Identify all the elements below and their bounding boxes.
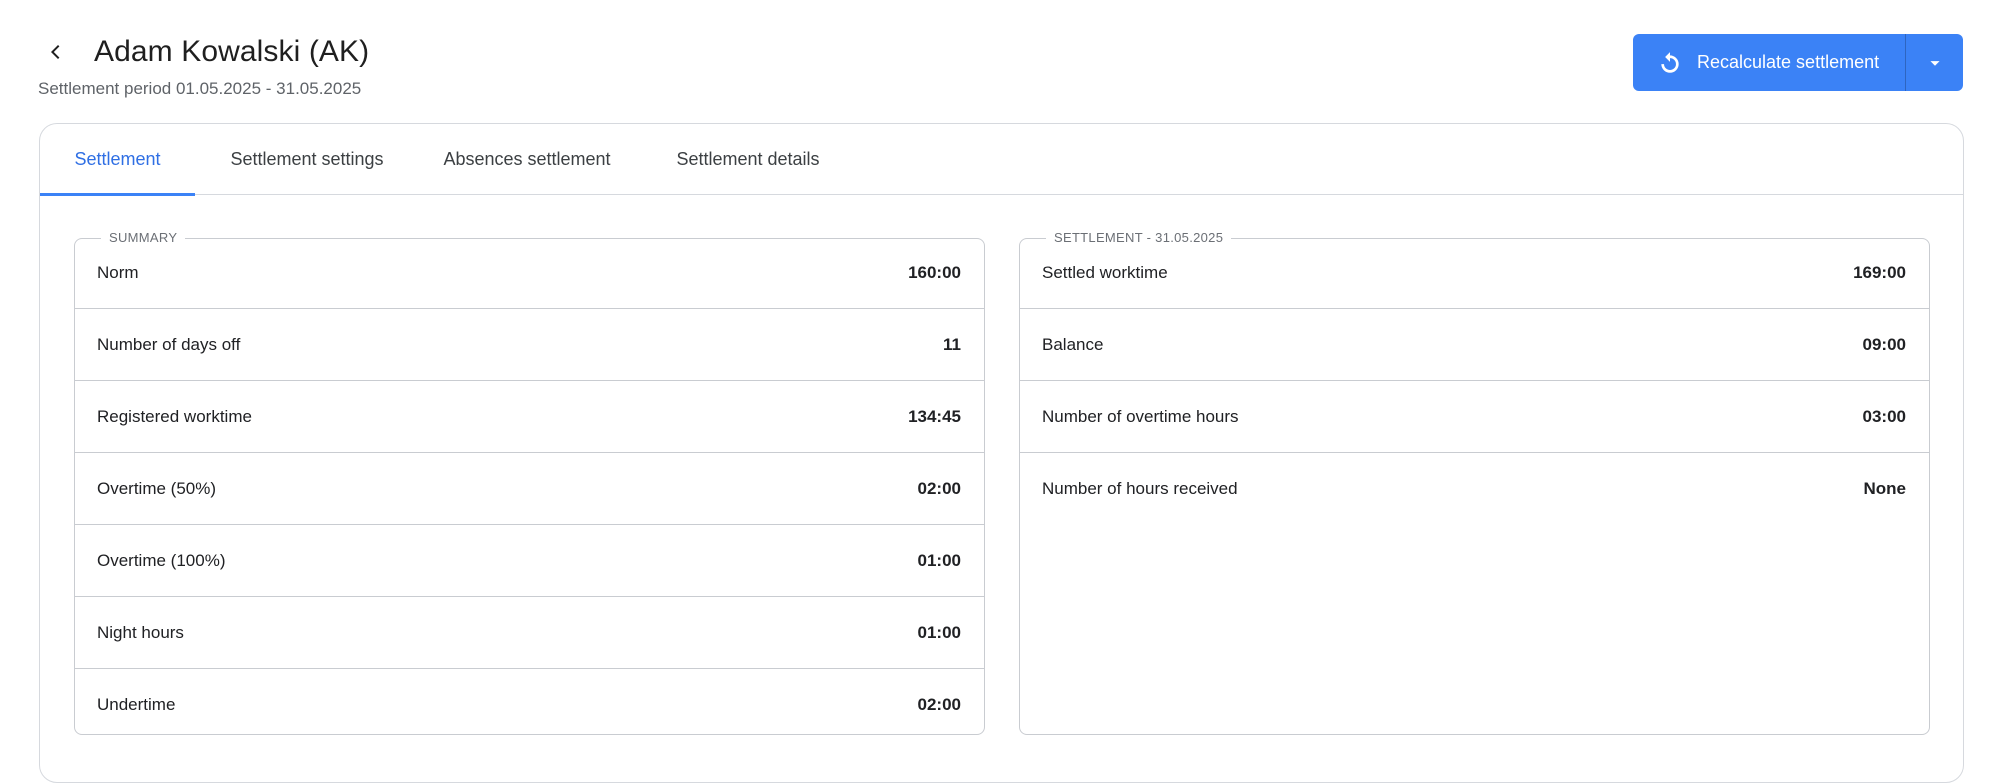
tab-settlement-details[interactable]: Settlement details <box>635 124 861 195</box>
row-value: 03:00 <box>1862 406 1906 426</box>
recalculate-label: Recalculate settlement <box>1697 52 1880 72</box>
table-row: Number of days off 11 <box>75 309 984 381</box>
row-label: Balance <box>1042 334 1104 354</box>
row-label: Norm <box>97 262 139 282</box>
caret-down-icon <box>1929 60 1940 66</box>
page-title: Adam Kowalski (AK) <box>94 35 370 68</box>
summary-rows: Norm 160:00 Number of days off 11 Registered… <box>75 237 984 741</box>
tab-settlement[interactable]: Settlement <box>40 124 195 196</box>
row-label: Undertime <box>97 695 176 714</box>
table-row: Overtime (50%) 02:00 <box>75 453 984 525</box>
chevron-left-icon <box>51 45 60 59</box>
row-label: Night hours <box>97 622 184 642</box>
row-value: 134:45 <box>908 406 961 426</box>
table-row: Settled worktime 169:00 <box>1020 237 1929 309</box>
row-value: 11 <box>943 334 961 354</box>
settlement-panel: SETTLEMENT - 31.05.2025 Settled worktime… <box>1019 230 1930 735</box>
settlement-rows: Settled worktime 169:00 Balance 09:00 Number… <box>1020 237 1929 525</box>
table-row: Norm 160:00 <box>75 237 984 309</box>
table-row: Number of hours received None <box>1020 453 1929 525</box>
tab-bar: Settlement Settlement settings Absences … <box>40 124 1963 196</box>
recalculate-split-button: Recalculate settlement <box>1633 34 1963 91</box>
row-label: Registered worktime <box>97 406 252 426</box>
table-row: Undertime 02:00 <box>75 669 984 741</box>
row-value: 09:00 <box>1862 334 1906 354</box>
back-button[interactable] <box>36 32 76 72</box>
summary-panel: SUMMARY Norm 160:00 Number of days off 11 Re… <box>74 230 985 735</box>
table-row: Overtime (100%) 01:00 <box>75 525 984 597</box>
settlement-legend: SETTLEMENT - 31.05.2025 <box>1054 230 1224 245</box>
page-header: Adam Kowalski (AK) Settlement period 01.… <box>0 0 2000 120</box>
row-value: 01:00 <box>917 550 961 570</box>
table-row: Balance 09:00 <box>1020 309 1929 381</box>
table-row: Night hours 01:00 <box>75 597 984 669</box>
tab-settlement-settings[interactable]: Settlement settings <box>195 124 419 195</box>
summary-legend: SUMMARY <box>109 230 178 245</box>
settlement-period: Settlement period 01.05.2025 - 31.05.202… <box>38 79 362 98</box>
row-label: Number of hours received <box>1042 479 1238 498</box>
row-label: Overtime (100%) <box>97 550 226 570</box>
row-value: 02:00 <box>917 695 961 714</box>
row-value: 160:00 <box>908 262 961 282</box>
row-value: None <box>1863 479 1907 498</box>
recalculate-settlement-button[interactable]: Recalculate settlement <box>1633 34 1905 91</box>
recalculate-dropdown-button[interactable] <box>1906 34 1963 91</box>
row-label: Settled worktime <box>1042 262 1168 282</box>
table-row: Registered worktime 134:45 <box>75 381 984 453</box>
row-label: Number of days off <box>97 334 241 354</box>
tab-absences-settlement[interactable]: Absences settlement <box>419 124 635 195</box>
row-value: 02:00 <box>917 478 961 498</box>
row-value: 169:00 <box>1853 262 1906 282</box>
refresh-icon <box>1657 50 1683 76</box>
row-label: Number of overtime hours <box>1042 406 1239 426</box>
table-row: Number of overtime hours 03:00 <box>1020 381 1929 453</box>
row-value: 01:00 <box>917 622 961 642</box>
row-label: Overtime (50%) <box>97 478 217 498</box>
